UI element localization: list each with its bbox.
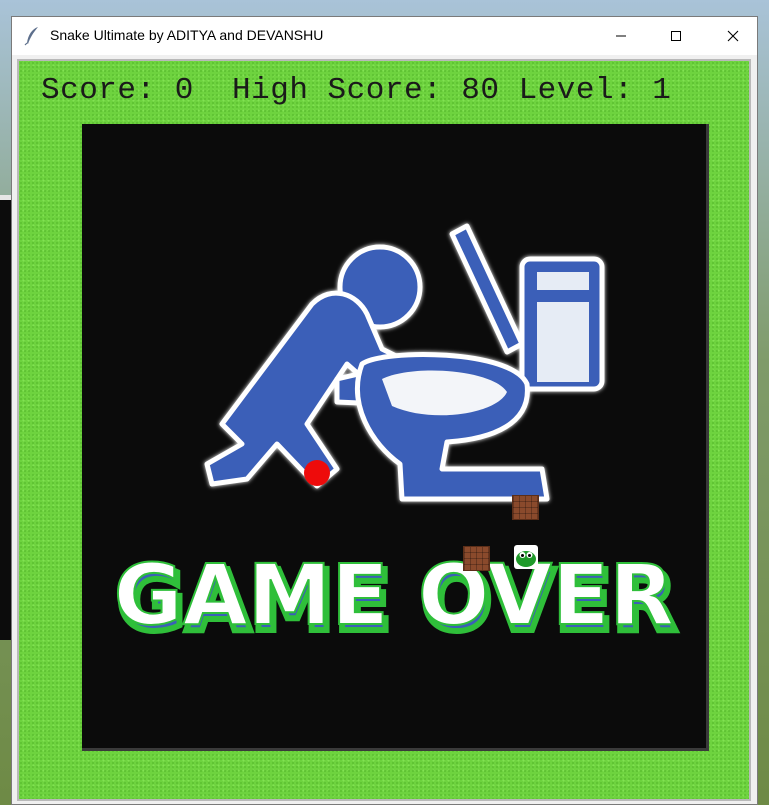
game-over-text: GAME OVER — [114, 546, 674, 644]
minimize-icon — [616, 35, 626, 37]
maximize-icon — [671, 31, 681, 41]
game-canvas[interactable]: Score: 0 High Score: 80 Level: 1 GAME OV… — [17, 59, 751, 801]
title-bar[interactable]: Snake Ultimate by ADITYA and DEVANSHU — [12, 17, 757, 55]
score-display: Score: 0 High Score: 80 Level: 1 — [41, 73, 672, 108]
snake-head-icon — [514, 545, 538, 569]
window-title: Snake Ultimate by ADITYA and DEVANSHU — [50, 27, 324, 43]
brick-icon — [463, 546, 490, 571]
game-over-image: GAME OVER GAME OVER — [113, 223, 680, 653]
minimize-button[interactable] — [598, 17, 644, 55]
maximize-button[interactable] — [653, 17, 699, 55]
close-icon — [727, 30, 739, 42]
game-window: Snake Ultimate by ADITYA and DEVANSHU Sc… — [11, 16, 758, 805]
food-icon — [304, 460, 330, 486]
close-button[interactable] — [710, 17, 756, 55]
feather-icon — [24, 27, 38, 46]
game-board[interactable]: GAME OVER GAME OVER — [82, 124, 709, 751]
brick-icon — [512, 495, 539, 520]
